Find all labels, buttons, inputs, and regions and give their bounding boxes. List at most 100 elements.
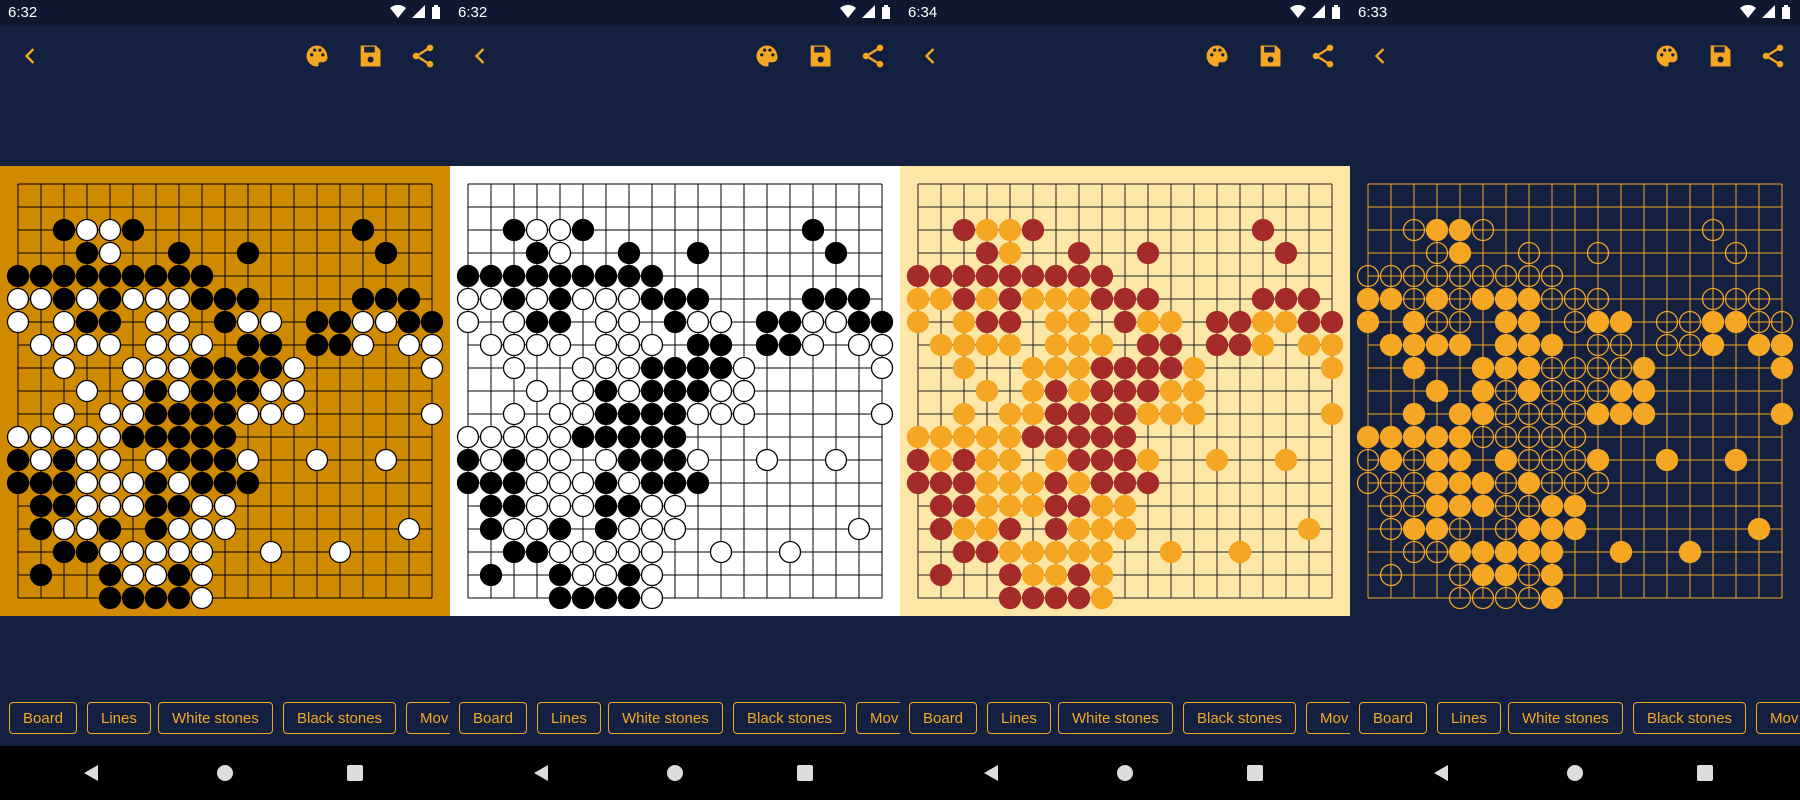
black-stone (52, 448, 76, 472)
save-icon[interactable] (1256, 42, 1284, 70)
black-stone (847, 310, 871, 334)
chip-white-stones[interactable]: White stones (608, 702, 723, 734)
chip-mov[interactable]: Mov (1756, 702, 1800, 734)
palette-icon[interactable] (753, 42, 781, 70)
white-stone (998, 448, 1022, 472)
chip-board[interactable]: Board (459, 702, 528, 734)
white-stone (975, 471, 999, 495)
white-stone (259, 402, 283, 426)
white-stone (640, 563, 664, 587)
nav-recents-icon[interactable] (797, 765, 813, 786)
back-arrow-icon[interactable] (916, 42, 944, 70)
black-stone (236, 333, 260, 357)
chip-mov[interactable]: Mov (856, 702, 900, 734)
back-arrow-icon[interactable] (466, 42, 494, 70)
save-icon[interactable] (806, 42, 834, 70)
white-stone (617, 356, 641, 380)
white-stone (686, 310, 710, 334)
phone-screen: 6:33 Board Lines White stones Black stones Mo… (1350, 0, 1800, 800)
white-stone (1425, 517, 1449, 541)
chip-white-stones[interactable]: White stones (158, 702, 273, 734)
black-stone (548, 517, 572, 541)
white-stone (1379, 333, 1403, 357)
nav-recents-icon[interactable] (1697, 765, 1713, 786)
nav-recents-icon[interactable] (1247, 765, 1263, 786)
white-stone (571, 471, 595, 495)
black-stone (351, 218, 375, 242)
nav-home-icon[interactable] (217, 765, 233, 786)
black-stone (29, 264, 53, 288)
chip-white-stones[interactable]: White stones (1058, 702, 1173, 734)
white-stone (1067, 517, 1091, 541)
white-stone (420, 356, 444, 380)
share-icon[interactable] (859, 42, 887, 70)
white-stone (1090, 517, 1114, 541)
white-stone (374, 310, 398, 334)
white-stone (732, 356, 756, 380)
go-board[interactable] (900, 166, 1350, 616)
white-stone (929, 287, 953, 311)
share-icon[interactable] (1309, 42, 1337, 70)
nav-home-icon[interactable] (1567, 765, 1583, 786)
black-stone (236, 379, 260, 403)
black-stone (213, 356, 237, 380)
palette-icon[interactable] (303, 42, 331, 70)
black-stone (801, 218, 825, 242)
chip-lines[interactable]: Lines (1437, 702, 1501, 734)
save-icon[interactable] (356, 42, 384, 70)
chip-black-stones[interactable]: Black stones (1183, 702, 1297, 734)
nav-home-icon[interactable] (667, 765, 683, 786)
black-stone (502, 540, 526, 564)
go-board[interactable] (0, 166, 450, 616)
white-stone (1655, 448, 1679, 472)
nav-recents-icon[interactable] (347, 765, 363, 786)
white-stone (525, 471, 549, 495)
white-stone (328, 540, 352, 564)
black-stone (52, 494, 76, 518)
black-stone (952, 287, 976, 311)
black-stone (1044, 494, 1068, 518)
palette-icon[interactable] (1653, 42, 1681, 70)
white-stone (548, 448, 572, 472)
save-icon[interactable] (1706, 42, 1734, 70)
chip-black-stones[interactable]: Black stones (1633, 702, 1747, 734)
chip-mov[interactable]: Mov (406, 702, 450, 734)
chip-lines[interactable]: Lines (987, 702, 1051, 734)
black-stone (755, 310, 779, 334)
palette-icon[interactable] (1203, 42, 1231, 70)
chip-lines[interactable]: Lines (87, 702, 151, 734)
black-stone (190, 471, 214, 495)
chip-board[interactable]: Board (9, 702, 78, 734)
back-arrow-icon[interactable] (16, 42, 44, 70)
nav-back-icon[interactable] (1433, 765, 1449, 786)
go-board[interactable] (450, 166, 900, 616)
chip-board[interactable]: Board (1359, 702, 1428, 734)
black-stone (29, 494, 53, 518)
nav-back-icon[interactable] (83, 765, 99, 786)
chip-mov[interactable]: Mov (1306, 702, 1350, 734)
white-stone (801, 310, 825, 334)
nav-back-icon[interactable] (533, 765, 549, 786)
black-stone (594, 379, 618, 403)
chip-lines[interactable]: Lines (537, 702, 601, 734)
black-stone (75, 264, 99, 288)
black-stone (1159, 356, 1183, 380)
white-stone (1678, 540, 1702, 564)
nav-home-icon[interactable] (1117, 765, 1133, 786)
black-stone (617, 264, 641, 288)
chip-black-stones[interactable]: Black stones (283, 702, 397, 734)
chip-black-stones[interactable]: Black stones (733, 702, 847, 734)
nav-back-icon[interactable] (983, 765, 999, 786)
white-stone (167, 540, 191, 564)
white-stone (1770, 402, 1794, 426)
chip-board[interactable]: Board (909, 702, 978, 734)
back-arrow-icon[interactable] (1366, 42, 1394, 70)
share-icon[interactable] (409, 42, 437, 70)
go-board[interactable] (1350, 166, 1800, 616)
white-stone (167, 287, 191, 311)
white-stone (1471, 471, 1495, 495)
white-stone (1067, 540, 1091, 564)
share-icon[interactable] (1759, 42, 1787, 70)
black-stone (571, 218, 595, 242)
chip-white-stones[interactable]: White stones (1508, 702, 1623, 734)
